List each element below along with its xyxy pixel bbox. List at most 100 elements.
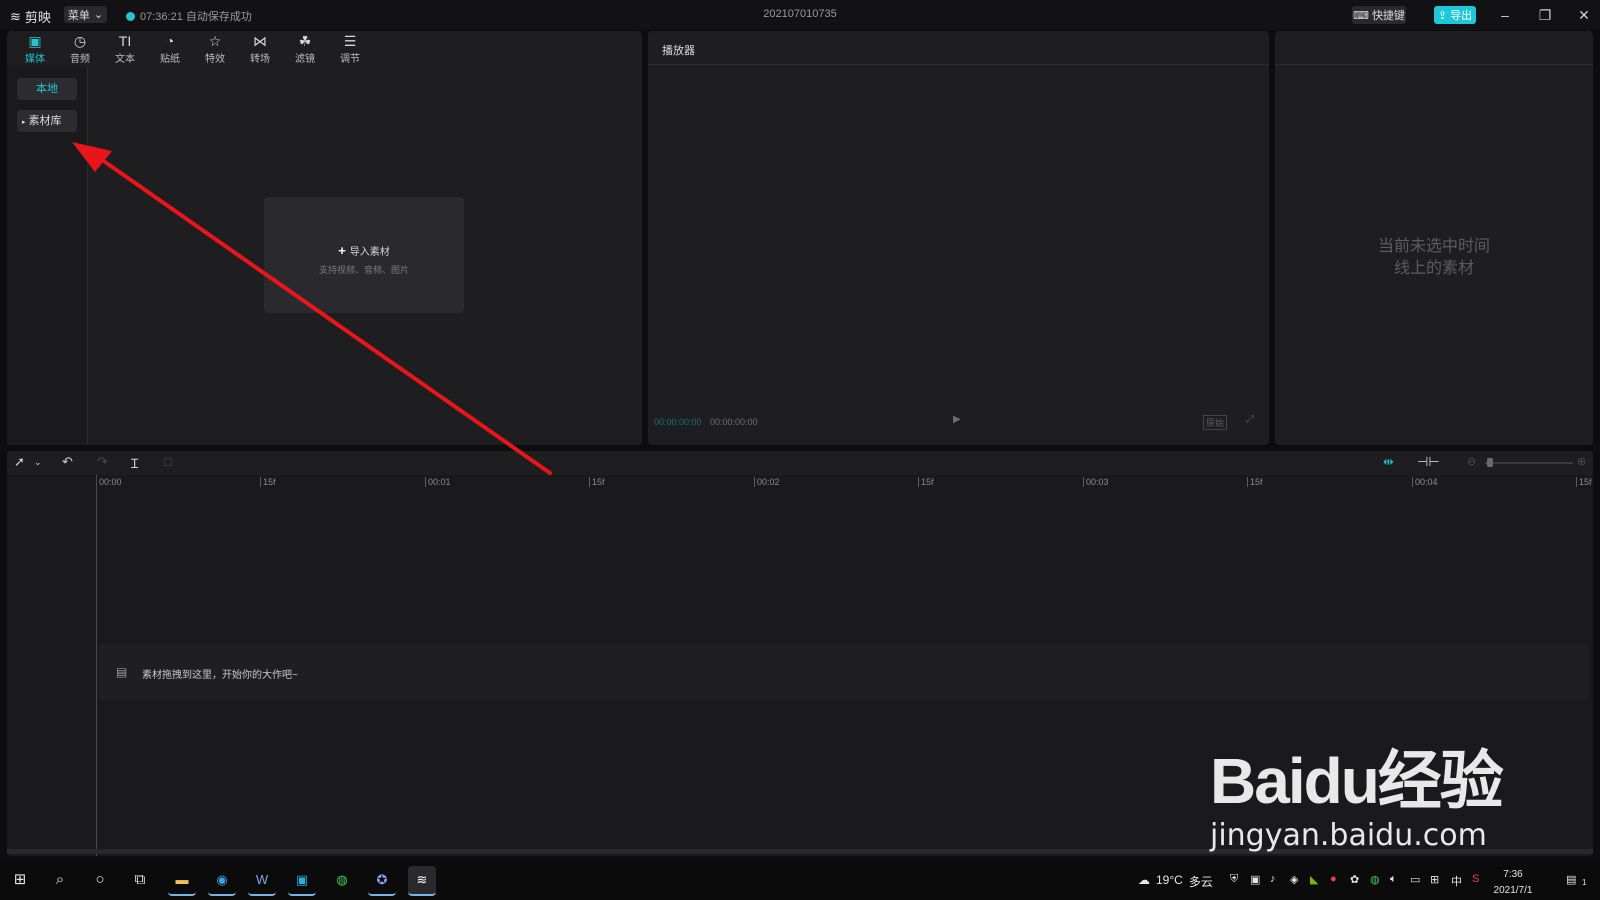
media-toolbar: ▣ 媒体 ◷ 音频 TI 文本 ◔ 贴纸 ☆ 特效 ⋈ 转场 ☘ 滤镜 ☰ 调节 [7,31,642,66]
wechat-icon[interactable]: ◍ [328,866,356,894]
tab-label: 贴纸 [160,54,180,65]
weather-desc: 多云 [1188,875,1213,889]
zoom-slider-handle[interactable] [1487,458,1493,467]
screenshot-app-icon[interactable]: ▣ [288,866,316,896]
network-icon[interactable]: ▭ [1410,873,1420,886]
close-icon[interactable]: ✕ [1574,6,1594,24]
record-icon[interactable]: ● [1330,873,1337,885]
chevron-down-icon[interactable]: ⌄ [34,457,42,468]
adjust-icon: ☰ [343,33,357,49]
tab-media[interactable]: ▣ 媒体 [15,33,55,65]
track-hint-text: 素材拖拽到这里，开始你的大作吧~ [142,670,298,681]
sticker-icon: ◔ [165,33,175,49]
aspect-ratio-button[interactable]: 原始 [1203,415,1228,430]
word-app-icon[interactable]: W [248,866,276,896]
sidebar-item-library[interactable]: ▸ 素材库 [17,110,77,132]
player-header: 播放器 [648,31,1269,65]
security-shield-icon[interactable]: ⛨ [1230,873,1238,886]
notification-center-icon[interactable]: ▤ [1566,873,1576,886]
select-cursor-icon[interactable]: ➚ [14,454,25,470]
wechat-tray-icon[interactable]: ◍ [1370,873,1380,886]
library-label: 素材库 [28,115,62,127]
ruler-tick: 00:04 [1412,477,1438,487]
keyboard-icon: ⌨ [1353,9,1369,22]
import-label: + 导入素材 [264,243,464,258]
tab-label: 文本 [115,54,135,65]
notification-count: 1 [1582,878,1587,887]
windows-start-icon[interactable]: ⊞ [8,868,32,892]
nvidia-icon[interactable]: ◣ [1310,873,1318,886]
tray-app-icon[interactable]: ⊞ [1430,873,1439,886]
clock-date[interactable]: 2021/7/1 [1488,885,1538,896]
tab-sticker[interactable]: ◔ 贴纸 [150,33,190,65]
tab-transition[interactable]: ⋈ 转场 [240,33,280,65]
export-label: 导出 [1450,10,1473,22]
shortcut-label: 快捷键 [1371,10,1405,22]
restore-icon[interactable]: ❐ [1535,6,1555,24]
shortcut-button[interactable]: ⌨ 快捷键 [1352,6,1406,24]
tab-effects[interactable]: ☆ 特效 [195,33,235,65]
player-panel: 播放器 00:00:00:00 00:00:00:00 ▶ 原始 ⤢ [648,31,1269,445]
split-icon[interactable]: Ɪ [131,454,138,472]
minimize-icon[interactable]: – [1495,6,1515,24]
clock-time[interactable]: 7:36 [1488,869,1538,880]
delete-icon[interactable]: □ [164,454,172,469]
timeline-ruler[interactable]: 00:00 15f 00:01 15f 00:02 15f 00:03 15f … [7,475,1593,493]
transition-icon: ⋈ [253,33,267,49]
zoom-slider[interactable] [1485,462,1573,464]
weather-temp: 19°C [1156,873,1183,887]
zoom-in-icon[interactable]: ⊕ [1577,455,1586,468]
tray-app-icon[interactable]: ▣ [1250,873,1260,886]
timeline-toolbar: ➚ ⌄ ↶ ↷ Ɪ □ ⇹ ⊣⊢ ⊖ ⊕ [7,451,1593,475]
film-icon: ▤ [116,665,128,679]
import-media-box[interactable]: + 导入素材 支持视频、音频、图片 [264,197,464,313]
detail-empty-line1: 当前未选中时间 [1377,238,1490,255]
import-label-text: 导入素材 [349,247,390,258]
capcut-app-icon[interactable]: ≋ [408,866,436,896]
play-icon[interactable]: ▶ [953,414,961,425]
filter-icon: ☘ [298,33,312,49]
redo-icon[interactable]: ↷ [97,454,108,470]
media-icon: ▣ [28,33,42,49]
total-timecode: 00:00:00:00 [710,417,758,427]
ruler-tick: 00:03 [1083,477,1109,487]
title-bar: ≋ 剪映 菜单 ⌄ 07:36:21 自动保存成功 202107010735 ⌨… [0,0,1600,30]
main-track-dropzone[interactable]: ▤ 素材拖拽到这里，开始你的大作吧~ [98,643,1589,701]
volume-icon[interactable]: 🔈︎ [1390,873,1397,886]
search-icon[interactable]: ⌕ [48,868,72,892]
plus-icon: + [338,243,346,258]
weather-widget[interactable]: ☁ 19°C 多云 [1138,873,1213,890]
game-app-icon[interactable]: ✪ [368,866,396,896]
zoom-out-icon[interactable]: ⊖ [1467,455,1476,468]
windows-taskbar: ⊞ ⌕ ○ ⧉ ▬ ◉ W ▣ ◍ ✪ ≋ ☁ 19°C 多云 ⛨ ▣ ♪ ◈ … [0,860,1600,900]
tray-app-icon[interactable]: ✿ [1350,873,1359,886]
ruler-tick: 00:01 [425,477,451,487]
edge-browser-icon[interactable]: ◉ [208,866,236,896]
cortana-icon[interactable]: ○ [88,868,112,892]
tab-text[interactable]: TI 文本 [105,33,145,65]
antivirus-icon[interactable]: ◈ [1290,873,1298,886]
export-button[interactable]: ⇪ 导出 [1434,6,1476,24]
playhead[interactable] [96,475,97,856]
tab-label: 音频 [70,54,90,65]
tab-label: 调节 [340,54,360,65]
sidebar-item-local[interactable]: 本地 [17,78,77,100]
microphone-icon[interactable]: ♪ [1270,873,1276,885]
ruler-tick: 15f [1576,477,1592,487]
ruler-tick: 15f [918,477,934,487]
undo-icon[interactable]: ↶ [62,454,73,470]
input-method-indicator[interactable]: 中 [1451,873,1462,889]
fullscreen-icon[interactable]: ⤢ [1246,414,1254,425]
task-view-icon[interactable]: ⧉ [128,868,152,892]
file-explorer-icon[interactable]: ▬ [168,866,196,896]
ruler-tick: 15f [589,477,605,487]
text-icon: TI [118,33,132,49]
tab-adjust[interactable]: ☰ 调节 [330,33,370,65]
effects-icon: ☆ [208,33,222,49]
magnet-snap-icon[interactable]: ⇹ [1383,454,1394,470]
tab-audio[interactable]: ◷ 音频 [60,33,100,65]
sogou-ime-icon[interactable]: S [1472,873,1479,885]
tab-filter[interactable]: ☘ 滤镜 [285,33,325,65]
tab-label: 滤镜 [295,54,315,65]
link-icon[interactable]: ⊣⊢ [1417,454,1440,470]
